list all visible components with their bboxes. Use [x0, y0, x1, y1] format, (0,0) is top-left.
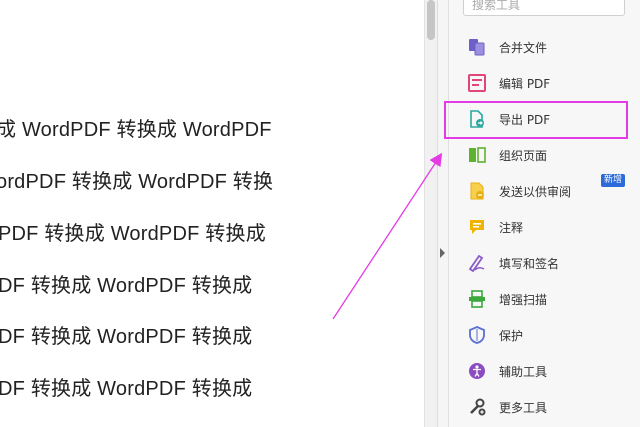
annotation-arrow	[332, 152, 443, 320]
